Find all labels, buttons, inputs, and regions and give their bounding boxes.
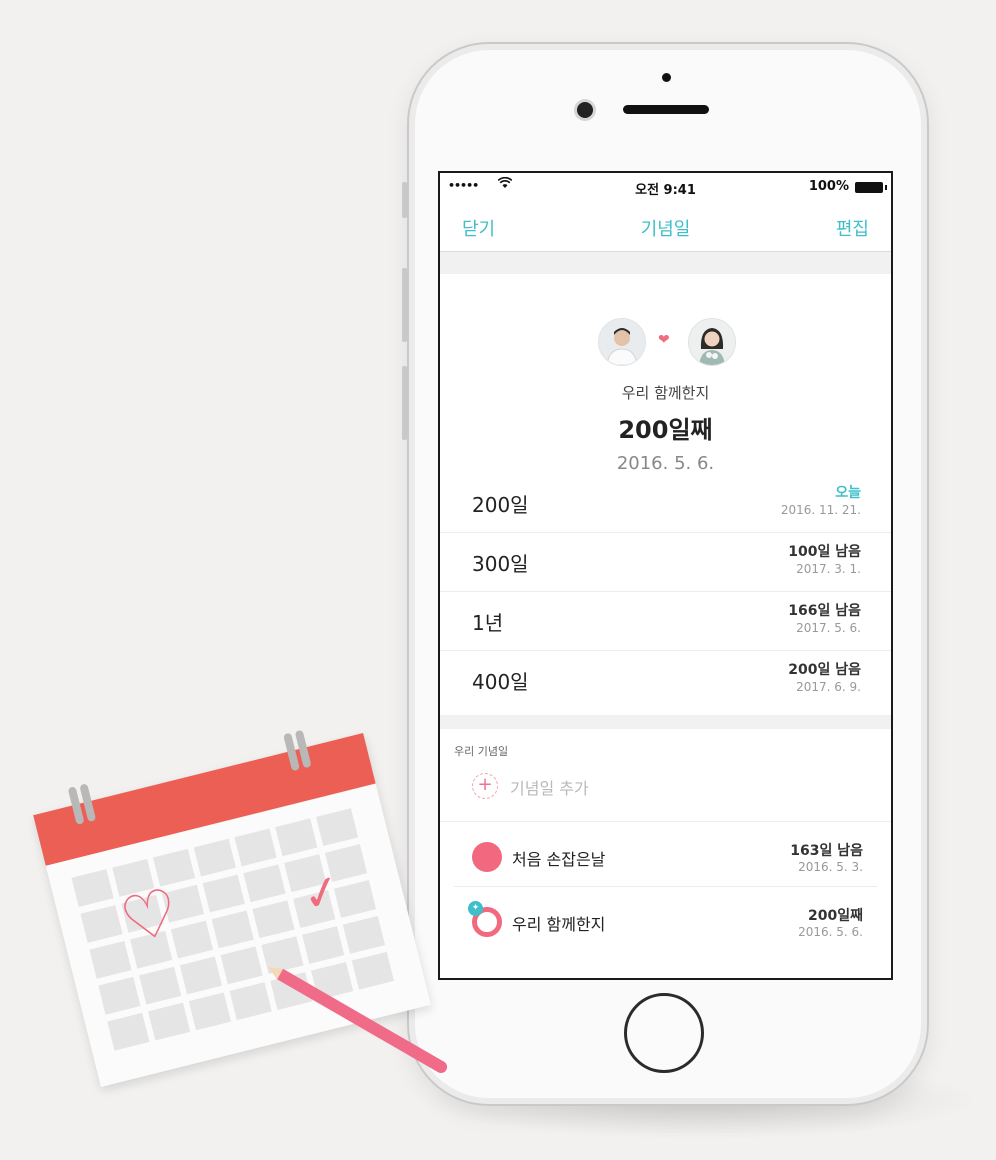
status-bar: ••••• 오전 9:41 100% xyxy=(440,173,891,203)
milestone-status: 166일 남음 xyxy=(788,603,861,619)
pin-icon: ✦ xyxy=(468,901,483,916)
battery-icon xyxy=(855,182,887,193)
add-anniversary-button[interactable]: + 기념일 추가 xyxy=(440,765,891,822)
anniversary-date: 2016. 5. 3. xyxy=(798,860,863,874)
milestone-date: 2017. 3. 1. xyxy=(796,562,861,576)
anniversary-name: 우리 함께한지 xyxy=(512,915,606,934)
milestone-row[interactable]: 300일 100일 남음 2017. 3. 1. xyxy=(440,533,891,592)
milestone-name: 200일 xyxy=(472,493,529,517)
milestone-row[interactable]: 1년 166일 남음 2017. 5. 6. xyxy=(440,592,891,651)
anniversary-name: 처음 손잡은날 xyxy=(512,850,606,869)
anniversary-row[interactable]: 처음 손잡은날 163일 남음 2016. 5. 3. xyxy=(454,822,877,887)
milestone-date: 2017. 6. 9. xyxy=(796,680,861,694)
day-count: 200일째 xyxy=(618,416,713,444)
earpiece-speaker xyxy=(623,105,709,114)
home-button[interactable] xyxy=(624,993,704,1073)
anniversary-dot-icon xyxy=(472,842,502,872)
milestone-status: 100일 남음 xyxy=(788,544,861,560)
front-camera xyxy=(577,102,593,118)
page-title: 기념일 xyxy=(640,219,691,240)
anniversary-date: 2016. 5. 6. xyxy=(798,925,863,939)
milestone-date: 2017. 5. 6. xyxy=(796,621,861,635)
avatar-male[interactable] xyxy=(598,318,646,366)
heart-icon: ❤ xyxy=(658,332,670,348)
milestone-row[interactable]: 200일 오늘 2016. 11. 21. xyxy=(440,474,891,533)
proximity-sensor xyxy=(662,73,671,82)
milestone-row[interactable]: 400일 200일 남음 2017. 6. 9. xyxy=(440,651,891,709)
milestone-date: 2016. 11. 21. xyxy=(780,503,861,517)
start-date: 2016. 5. 6. xyxy=(616,453,715,474)
couple-summary: ❤ 우리 함께한지 200일째 2016. 5. 6. xyxy=(440,274,891,474)
milestone-status: 오늘 xyxy=(835,485,861,501)
section-divider xyxy=(440,715,891,729)
anniversary-status: 163일 남음 xyxy=(790,843,863,859)
milestone-name: 1년 xyxy=(472,611,504,635)
nav-bar: 닫기 기념일 편집 xyxy=(440,203,891,252)
phone-screen: ••••• 오전 9:41 100% 닫기 기념일 편집 ❤ 우리 함께한지 2… xyxy=(438,171,893,980)
edit-button[interactable]: 편집 xyxy=(836,215,869,241)
milestone-name: 400일 xyxy=(472,670,529,694)
anniversary-status: 200일째 xyxy=(808,908,863,924)
section-divider xyxy=(440,252,891,274)
milestone-status: 200일 남음 xyxy=(788,662,861,678)
milestone-name: 300일 xyxy=(472,552,529,576)
anniversary-section-label: 우리 기념일 xyxy=(454,745,509,758)
anniversary-row[interactable]: ✦ 우리 함께한지 200일째 2016. 5. 6. xyxy=(440,887,891,951)
battery-percent: 100% xyxy=(808,179,849,194)
together-label: 우리 함께한지 xyxy=(621,384,710,402)
add-anniversary-label: 기념일 추가 xyxy=(510,779,589,798)
avatar-female[interactable] xyxy=(688,318,736,366)
milestone-list: 200일 오늘 2016. 11. 21. 300일 100일 남음 2017.… xyxy=(440,474,891,709)
add-icon: + xyxy=(472,773,498,799)
